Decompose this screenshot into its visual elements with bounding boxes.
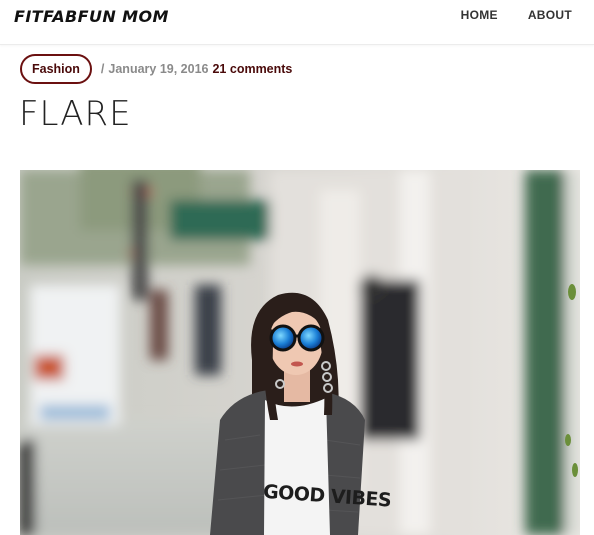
post-title: FLARE xyxy=(19,94,132,134)
category-tag[interactable]: Fashion xyxy=(20,54,92,84)
main-nav: HOME ABOUT xyxy=(461,8,572,22)
site-logo[interactable]: FITFABFUN MOM xyxy=(14,7,169,26)
post-meta: Fashion / January 19, 2016 21 comments xyxy=(20,53,292,85)
comments-link[interactable]: 21 comments xyxy=(212,62,292,76)
nav-item-home[interactable]: HOME xyxy=(461,8,498,22)
meta-separator: / xyxy=(100,62,105,76)
nav-item-about[interactable]: ABOUT xyxy=(528,8,572,22)
post-date[interactable]: January 19, 2016 xyxy=(108,62,208,76)
site-header: FITFABFUN MOM HOME ABOUT xyxy=(0,0,594,45)
post-hero-image: GOOD VIBES xyxy=(20,170,580,535)
